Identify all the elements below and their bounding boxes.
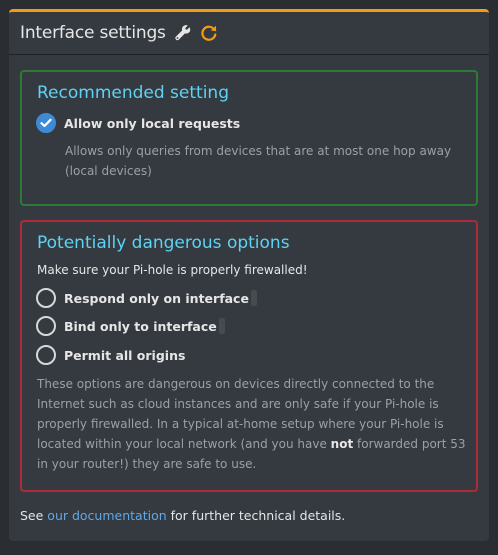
allow-local-requests-option[interactable]: Allow only local requests <box>36 113 240 133</box>
recommended-setting-box: Recommended setting Allow only local req… <box>20 70 478 206</box>
interface-name-field <box>218 318 225 334</box>
allow-local-requests-label[interactable]: Allow only local requests <box>64 116 240 131</box>
permit-all-origins-radio[interactable] <box>36 345 56 365</box>
respond-only-on-interface-radio[interactable] <box>36 288 56 308</box>
refresh-icon[interactable] <box>200 24 218 42</box>
panel-title: Interface settings <box>20 23 166 43</box>
bind-only-to-interface-radio[interactable] <box>36 316 56 336</box>
permit-all-origins-option[interactable]: Permit all origins <box>36 345 185 365</box>
dangerous-options-description: These options are dangerous on devices d… <box>37 374 469 474</box>
dangerous-options-box: Potentially dangerous options Make sure … <box>20 220 478 492</box>
checkmark-icon <box>40 118 52 128</box>
description-bold-not: not <box>330 437 354 451</box>
interface-name-field <box>250 290 257 306</box>
wrench-icon <box>174 24 192 42</box>
respond-only-on-interface-option[interactable]: Respond only on interface <box>36 288 257 308</box>
respond-only-on-interface-label[interactable]: Respond only on interface <box>64 291 249 306</box>
recommended-setting-title: Recommended setting <box>37 83 229 103</box>
footer-suffix: for further technical details. <box>166 508 346 523</box>
allow-local-requests-checkbox[interactable] <box>36 113 56 133</box>
bind-only-to-interface-option[interactable]: Bind only to interface <box>36 316 225 336</box>
documentation-link[interactable]: our documentation <box>47 508 166 523</box>
bind-only-to-interface-label[interactable]: Bind only to interface <box>64 319 217 334</box>
footer-prefix: See <box>20 508 48 523</box>
dangerous-options-title: Potentially dangerous options <box>37 233 290 253</box>
panel-header: Interface settings <box>9 12 489 55</box>
interface-settings-panel: Interface settings Recommended setting A… <box>9 9 489 541</box>
allow-local-requests-description: Allows only queries from devices that ar… <box>65 144 452 178</box>
firewall-warning: Make sure your Pi-hole is properly firew… <box>37 263 308 277</box>
footer-note: See our documentation for further techni… <box>20 508 345 523</box>
permit-all-origins-label[interactable]: Permit all origins <box>64 348 185 363</box>
